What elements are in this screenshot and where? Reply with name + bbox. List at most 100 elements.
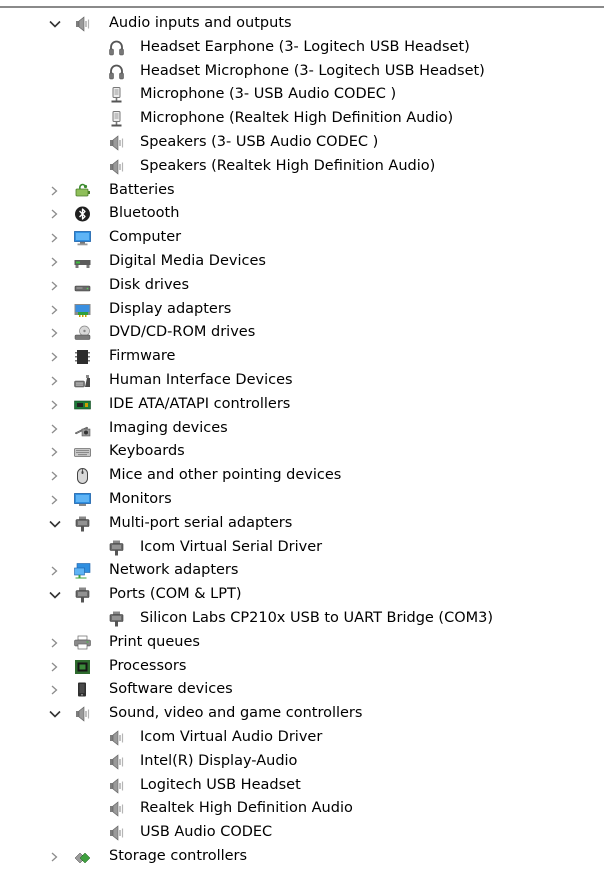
tree-category-imaging-devices[interactable]: Imaging devices [0,417,604,441]
chevron-right-icon[interactable] [49,274,61,298]
imaging-icon [74,421,91,437]
tree-category-processors[interactable]: Processors [0,655,604,679]
speaker-icon [108,777,125,794]
microphone-icon [108,87,125,103]
tree-category-audio-inputs-and-outputs[interactable]: Audio inputs and outputs [0,12,604,36]
speaker-icon [108,754,125,770]
device-tree[interactable]: Audio inputs and outputs Headset Earphone… [0,12,604,869]
tree-category-mice-and-other-pointing-devices[interactable]: Mice and other pointing devices [0,464,604,488]
tree-category-monitors[interactable]: Monitors [0,488,604,512]
tree-category-storage-controllers[interactable]: Storage controllers [0,845,604,869]
tree-device-microphone-realtek-high-definition-audio[interactable]: Microphone (Realtek High Definition Audi… [0,107,604,131]
chevron-right-icon[interactable] [49,393,61,417]
chevron-right-icon[interactable] [49,369,61,393]
tree-item-label: Firmware [109,348,176,365]
chevron-right-icon[interactable] [49,655,61,679]
chevron-right-icon[interactable] [49,298,61,322]
chevron-down-icon[interactable] [49,12,61,36]
chevron-right-icon[interactable] [49,559,61,583]
tree-item-label: Multi-port serial adapters [109,514,293,531]
chevron-right-icon[interactable] [49,179,61,203]
chevron-down-icon[interactable] [49,702,61,726]
chevron-right-icon[interactable] [49,202,61,226]
chevron-right-icon[interactable] [49,440,61,464]
tree-device-headset-earphone-3-logitech-usb-headset[interactable]: Headset Earphone (3- Logitech USB Headse… [0,36,604,60]
tree-item-label: Computer [109,229,182,246]
tree-category-human-interface-devices[interactable]: Human Interface Devices [0,369,604,393]
tree-category-ide-ata-atapi-controllers[interactable]: IDE ATA/ATAPI controllers [0,393,604,417]
tree-item-label: Imaging devices [109,419,228,436]
tree-item-label: USB Audio CODEC [140,824,273,841]
tree-item-label: Network adapters [109,562,239,579]
tree-category-software-devices[interactable]: Software devices [0,678,604,702]
tree-item-label: Icom Virtual Audio Driver [140,728,323,745]
speaker-icon [108,801,125,817]
chevron-right-icon[interactable] [49,226,61,250]
tree-item-label: Disk drives [109,276,190,293]
chevron-right-icon[interactable] [49,464,61,488]
tree-item-label: Sound, video and game controllers [109,705,363,722]
tree-category-digital-media-devices[interactable]: Digital Media Devices [0,250,604,274]
tree-item-label: Mice and other pointing devices [109,467,342,484]
tree-category-multi-port-serial-adapters[interactable]: Multi-port serial adapters [0,512,604,536]
tree-category-batteries[interactable]: Batteries [0,179,604,203]
chevron-right-icon[interactable] [49,488,61,512]
microphone-icon [108,111,125,127]
tree-device-headset-microphone-3-logitech-usb-headset[interactable]: Headset Microphone (3- Logitech USB Head… [0,60,604,84]
speaker-icon [74,706,91,722]
tree-item-label: Headset Microphone (3- Logitech USB Head… [140,62,485,79]
tree-device-icom-virtual-audio-driver[interactable]: Icom Virtual Audio Driver [0,726,604,750]
chevron-right-icon[interactable] [49,417,61,441]
chevron-down-icon[interactable] [49,512,61,536]
tree-item-label: Software devices [109,681,233,698]
chevron-right-icon[interactable] [49,631,61,655]
serial-port-icon [108,611,125,627]
tree-device-icom-virtual-serial-driver[interactable]: Icom Virtual Serial Driver [0,536,604,560]
tree-category-disk-drives[interactable]: Disk drives [0,274,604,298]
tree-item-label: Ports (COM & LPT) [109,586,242,603]
speaker-icon [108,159,125,175]
chevron-right-icon[interactable] [49,678,61,702]
tree-category-keyboards[interactable]: Keyboards [0,440,604,464]
tree-item-label: Icom Virtual Serial Driver [140,538,323,555]
tree-device-silicon-labs-cp210x-usb-to-uart-bridge-com3[interactable]: Silicon Labs CP210x USB to UART Bridge (… [0,607,604,631]
tree-category-display-adapters[interactable]: Display adapters [0,298,604,322]
tree-item-label: Monitors [109,490,172,507]
chevron-down-icon[interactable] [49,583,61,607]
tree-item-label: Intel(R) Display-Audio [140,752,298,769]
tree-category-computer[interactable]: Computer [0,226,604,250]
bluetooth-icon [74,206,91,222]
tree-category-dvd-cd-rom-drives[interactable]: DVD/CD-ROM drives [0,321,604,345]
tree-device-microphone-3-usb-audio-codec[interactable]: Microphone (3- USB Audio CODEC ) [0,83,604,107]
printer-icon [74,635,91,651]
mouse-icon [74,468,91,485]
chevron-right-icon[interactable] [49,321,61,345]
tree-category-ports-com-lpt[interactable]: Ports (COM & LPT) [0,583,604,607]
tree-device-speakers-3-usb-audio-codec[interactable]: Speakers (3- USB Audio CODEC ) [0,131,604,155]
tree-item-label: Bluetooth [109,205,180,222]
chevron-right-icon[interactable] [49,345,61,369]
tree-item-label: Processors [109,657,187,674]
tree-category-print-queues[interactable]: Print queues [0,631,604,655]
tree-item-label: Human Interface Devices [109,371,293,388]
tree-item-label: DVD/CD-ROM drives [109,324,256,341]
tree-device-logitech-usb-headset[interactable]: Logitech USB Headset [0,774,604,798]
tree-item-label: Print queues [109,633,200,650]
tree-category-network-adapters[interactable]: Network adapters [0,559,604,583]
tree-item-label: Display adapters [109,300,232,317]
tree-category-bluetooth[interactable]: Bluetooth [0,202,604,226]
tree-item-label: Realtek High Definition Audio [140,800,353,817]
tree-item-label: Logitech USB Headset [140,776,301,793]
tree-category-sound-video-and-game-controllers[interactable]: Sound, video and game controllers [0,702,604,726]
processor-icon [74,659,91,675]
tree-device-usb-audio-codec[interactable]: USB Audio CODEC [0,821,604,845]
tree-device-intel-r-display-audio[interactable]: Intel(R) Display-Audio [0,750,604,774]
tree-category-firmware[interactable]: Firmware [0,345,604,369]
chevron-right-icon[interactable] [49,845,61,869]
headset-icon [108,40,125,56]
disk-drive-icon [74,278,91,294]
tree-device-speakers-realtek-high-definition-audio[interactable]: Speakers (Realtek High Definition Audio) [0,155,604,179]
chevron-right-icon[interactable] [49,250,61,274]
storage-controller-icon [74,849,91,865]
tree-device-realtek-high-definition-audio[interactable]: Realtek High Definition Audio [0,797,604,821]
